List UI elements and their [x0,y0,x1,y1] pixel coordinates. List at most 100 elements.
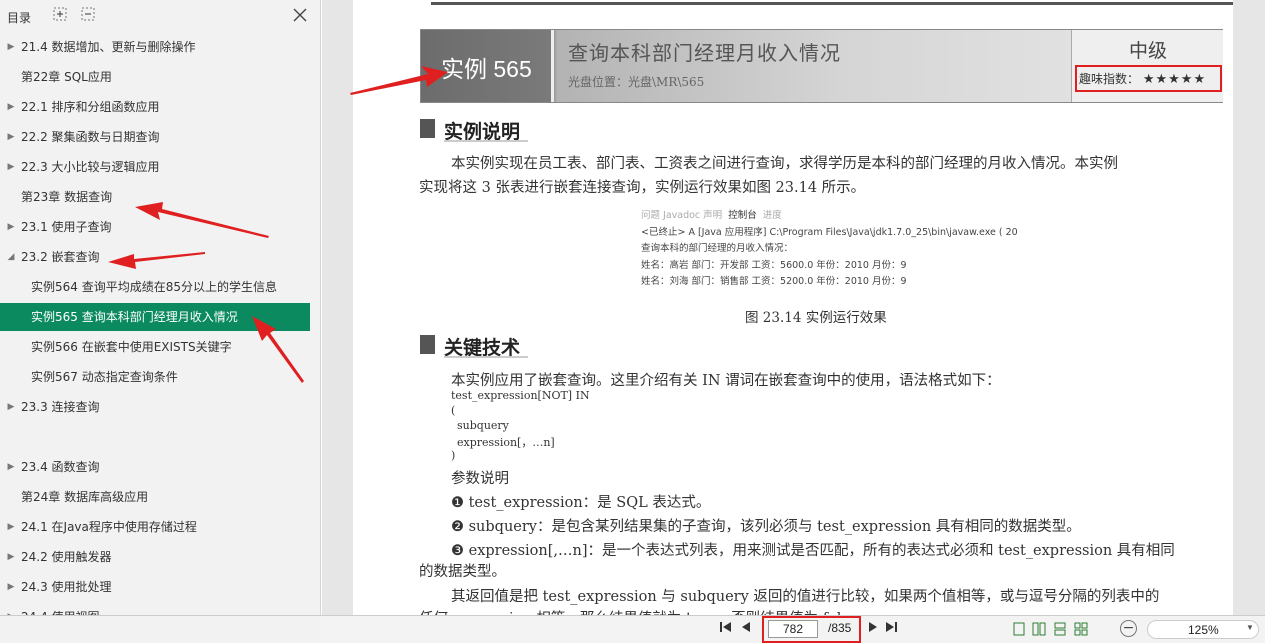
paragraph: ❶ test_expression：是 SQL 表达式。 [451,495,711,511]
toc-item[interactable]: ▶ 24.2 使用触发器 [0,543,310,571]
zoom-select[interactable]: 125% ▼ [1147,620,1259,639]
paragraph: 任何 expression 相等，那么结果值就为 true，否则结果值为 fal… [419,607,872,615]
continuous-double-view-icon[interactable] [1074,622,1088,636]
heading-marker [420,335,435,354]
toc-item[interactable]: 实例565 查询本科部门经理月收入情况 [0,303,310,331]
next-page-icon[interactable] [864,620,882,638]
document-viewport[interactable]: 实例 565 查询本科部门经理月收入情况 光盘位置：光盘\MR\565 中级 趣… [322,0,1265,615]
double-page-view-icon[interactable] [1032,622,1046,636]
console-tab-active: 控制台 [728,210,757,221]
toc-item[interactable]: ▶ 23.4 函数查询 [0,453,310,481]
annotation-highlight-box [762,616,861,643]
toc-item[interactable]: 第24章 数据库高级应用 [0,483,310,511]
expand-arrow-icon[interactable]: ▶ [6,123,16,151]
chevron-down-icon: ▼ [1246,623,1254,632]
paragraph: 本实例应用了嵌套查询。这里介绍有关 IN 谓词在嵌套查询中的使用，语法格式如下： [451,373,1001,389]
toc-item-label: 23.2 嵌套查询 [21,250,100,264]
collapse-all-icon[interactable] [80,7,96,23]
toc-item-label: 实例565 查询本科部门经理月收入情况 [31,310,238,324]
status-bar: /835 − 125% ▼ [0,615,1265,643]
console-line: 查询本科的部门经理的月收入情况： [641,243,794,254]
last-page-icon[interactable] [882,620,900,638]
zoom-out-icon[interactable]: − [1120,620,1137,637]
code-line: subquery [457,419,509,432]
console-screenshot: 问题 Javadoc 声明 控制台 进度 <已终止> A [Java 应用程序]… [641,207,1018,289]
toc-item[interactable]: 实例567 动态指定查询条件 [0,363,310,391]
zoom-value: 125% [1188,623,1219,637]
toc-sidebar: 目录 ▶ 21.4 数据增加、更新与删除操作 第22章 SQL应用 ▶ 22.1 排序和… [0,0,321,624]
console-tabs: 问题 Javadoc 声明 控制台 进度 [641,207,782,221]
paragraph: 其返回值是把 test_expression 与 subquery 返回的值进行… [451,589,1160,605]
toc-item[interactable]: ▶ 23.1 使用子查询 [0,213,310,241]
toc-item[interactable]: ◢ 23.2 嵌套查询 [0,243,310,271]
single-page-view-icon[interactable] [1012,622,1026,636]
code-line: ) [451,449,456,462]
toc-item-label: 实例564 查询平均成绩在85分以上的学生信息 [31,280,277,294]
toc-item[interactable]: ▶ 21.4 数据增加、更新与删除操作 [0,33,310,61]
code-line: expression[，…n] [457,436,555,449]
expand-arrow-icon[interactable]: ▶ [6,93,16,121]
toc-item[interactable]: 实例566 在嵌套中使用EXISTS关键字 [0,333,310,361]
page-top-rule [431,2,1233,5]
expand-arrow-icon[interactable]: ▶ [6,513,16,541]
expand-arrow-icon[interactable]: ▶ [6,153,16,181]
toc-title: 目录 [7,11,32,25]
toc-item[interactable]: 实例564 查询平均成绩在85分以上的学生信息 [0,273,310,301]
toc-item-label: 实例567 动态指定查询条件 [31,370,178,384]
toc-item-label: 22.3 大小比较与逻辑应用 [21,160,160,174]
close-icon[interactable] [290,5,310,25]
console-tab-rest: 进度 [762,210,782,221]
paragraph: ❸ expression[,…n]：是一个表达式列表，用来测试是否匹配，所有的表… [451,543,1175,559]
heading-underline [444,356,528,358]
toc-item[interactable]: ▶ 24.1 在Java程序中使用存储过程 [0,513,310,541]
toc-item[interactable]: ▶ 22.1 排序和分组函数应用 [0,93,310,121]
prev-page-icon[interactable] [737,620,755,638]
toc-item[interactable]: ▶ 22.2 聚集函数与日期查询 [0,123,310,151]
console-line: 姓名：高岩 部门：开发部 工资：5600.0 年份：2010 月份：9 [641,260,907,271]
toc-item-label: 24.2 使用触发器 [21,550,112,564]
toc-item-label: 23.1 使用子查询 [21,220,112,234]
toc-item-label: 24.3 使用批处理 [21,580,112,594]
toc-item[interactable]: 第23章 数据查询 [0,183,310,211]
difficulty-level: 中级 [1128,40,1167,62]
toc-header: 目录 [0,0,321,34]
expand-arrow-icon[interactable]: ▶ [6,213,16,241]
figure-caption: 图 23.14 实例运行效果 [745,310,887,326]
annotation-highlight-box [1075,65,1222,92]
toc-item-label: 23.4 函数查询 [21,460,100,474]
code-line: ( [451,404,456,417]
expand-arrow-icon[interactable]: ▶ [6,543,16,571]
level-box: 中级 趣味指数： ★★★★★ [1071,30,1223,102]
toc-item-label: 22.1 排序和分组函数应用 [21,100,160,114]
console-line: 姓名：刘海 部门：销售部 工资：5200.0 年份：2010 月份：9 [641,276,907,287]
paragraph: 实现将这 3 张表进行嵌套连接查询，实例运行效果如图 23.14 所示。 [419,180,866,196]
toc-item[interactable] [0,423,310,451]
disc-location: 光盘位置：光盘\MR\565 [568,75,705,89]
heading-marker [420,119,435,138]
first-page-icon[interactable] [717,620,735,638]
status-bar-left [0,616,321,643]
paragraph: 本实例实现在员工表、部门表、工资表之间进行查询，求得学历是本科的部门经理的月收入… [451,156,1118,172]
example-banner: 实例 565 查询本科部门经理月收入情况 光盘位置：光盘\MR\565 中级 趣… [420,29,1223,103]
toc-item[interactable]: ▶ 22.3 大小比较与逻辑应用 [0,153,310,181]
document-page: 实例 565 查询本科部门经理月收入情况 光盘位置：光盘\MR\565 中级 趣… [353,0,1233,615]
toc-item-label: 第24章 数据库高级应用 [21,490,149,504]
paragraph: 参数说明 [451,471,509,487]
example-number: 实例 565 [441,56,532,82]
expand-arrow-icon[interactable]: ▶ [6,453,16,481]
expand-arrow-icon[interactable]: ▶ [6,33,16,61]
collapse-arrow-icon[interactable]: ◢ [6,243,16,271]
toc-item[interactable]: ▶ 24.3 使用批处理 [0,573,310,601]
toc-item[interactable]: ▶ 23.3 连接查询 [0,393,310,421]
paragraph: ❷ subquery：是包含某列结果集的子查询，该列必须与 test_expre… [451,519,1081,535]
console-line: <已终止> A [Java 应用程序] C:\Program Files\Jav… [641,227,1018,238]
toc-item-label: 22.2 聚集函数与日期查询 [21,130,160,144]
toc-item-label: 21.4 数据增加、更新与删除操作 [21,40,196,54]
toc-item[interactable]: 第22章 SQL应用 [0,63,310,91]
expand-arrow-icon[interactable]: ▶ [6,573,16,601]
continuous-view-icon[interactable] [1053,622,1067,636]
toc-item-label: 第23章 数据查询 [21,190,113,204]
toc-item-label: 第22章 SQL应用 [21,70,112,84]
expand-all-icon[interactable] [52,7,68,23]
expand-arrow-icon[interactable]: ▶ [6,393,16,421]
